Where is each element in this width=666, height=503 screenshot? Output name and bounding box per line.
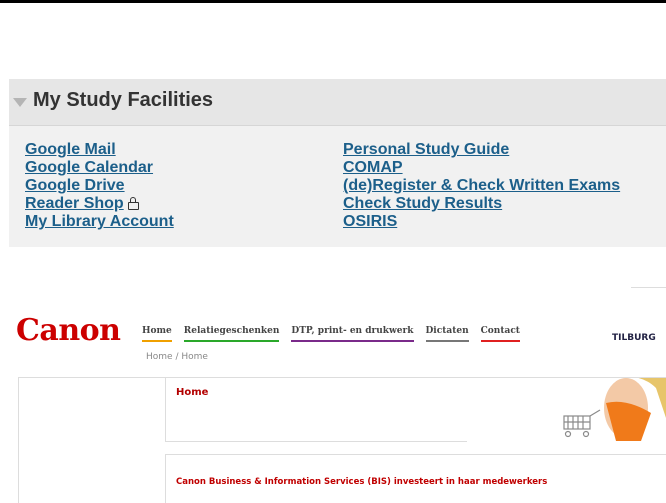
nav-dictaten[interactable]: Dictaten <box>425 326 469 342</box>
headline-row: Canon Business & Information Services (B… <box>165 454 666 503</box>
divider <box>631 287 666 288</box>
collapse-triangle-icon[interactable] <box>13 98 27 107</box>
location-label: TILBURG <box>612 333 656 343</box>
panel-title: My Study Facilities <box>33 89 214 111</box>
main-nav: Home Relatiegeschenken DTP, print- en dr… <box>142 326 532 342</box>
lock-icon <box>127 197 139 210</box>
left-sidebar-box <box>18 377 165 503</box>
nav-home[interactable]: Home <box>142 326 172 342</box>
content-area: Home Canon Business & Information Servic… <box>18 377 666 503</box>
nav-relatiegeschenken[interactable]: Relatiegeschenken <box>183 326 280 342</box>
link-reader-shop[interactable]: Reader Shop <box>25 195 174 213</box>
canon-logo[interactable]: Canon <box>16 313 121 348</box>
study-facilities-panel: My Study Facilities Google Mail Google C… <box>9 79 666 247</box>
link-comap[interactable]: COMAP <box>343 159 620 177</box>
nav-dtp-print-drukwerk[interactable]: DTP, print- en drukwerk <box>291 326 414 342</box>
nav-contact[interactable]: Contact <box>480 326 520 342</box>
link-google-mail[interactable]: Google Mail <box>25 141 174 159</box>
shopping-woman-image <box>466 378 666 441</box>
link-google-calendar[interactable]: Google Calendar <box>25 159 174 177</box>
breadcrumb[interactable]: Home / Home <box>146 352 208 362</box>
link-register-exams[interactable]: (de)Register & Check Written Exams <box>343 177 620 195</box>
banner-image <box>466 377 666 441</box>
right-link-column: Personal Study Guide COMAP (de)Register … <box>343 141 620 231</box>
link-my-library-account[interactable]: My Library Account <box>25 213 174 231</box>
title-box: Home <box>165 377 467 442</box>
link-osiris[interactable]: OSIRIS <box>343 213 620 231</box>
top-border <box>0 0 666 3</box>
link-personal-study-guide[interactable]: Personal Study Guide <box>343 141 620 159</box>
page-title: Home <box>176 387 209 398</box>
link-check-study-results[interactable]: Check Study Results <box>343 195 620 213</box>
left-link-column: Google Mail Google Calendar Google Drive… <box>25 141 174 231</box>
headline-link[interactable]: Canon Business & Information Services (B… <box>176 477 547 487</box>
link-google-drive[interactable]: Google Drive <box>25 177 174 195</box>
panel-header[interactable]: My Study Facilities <box>9 79 666 126</box>
